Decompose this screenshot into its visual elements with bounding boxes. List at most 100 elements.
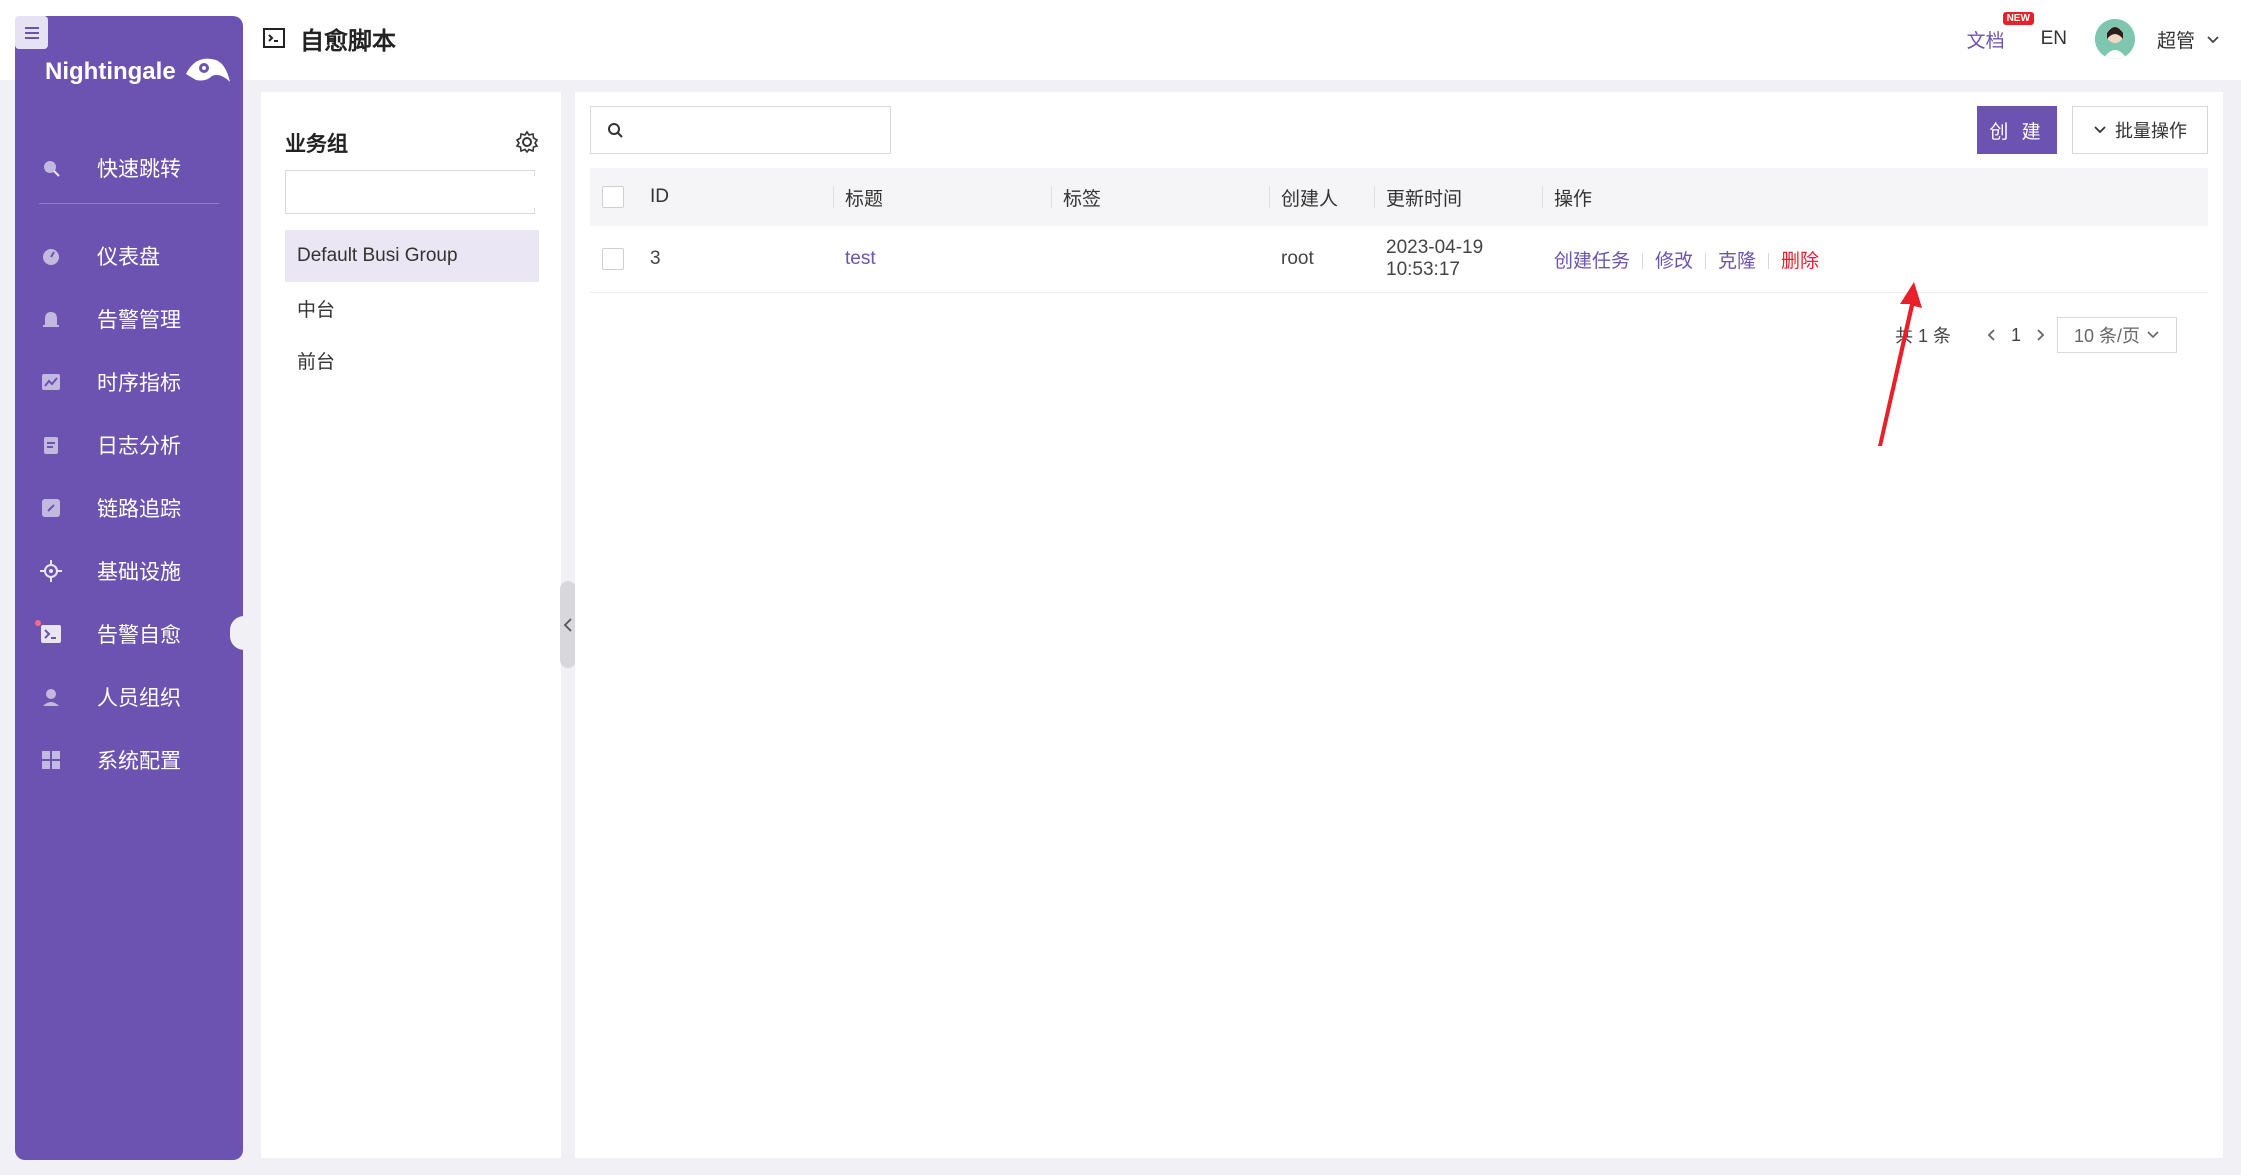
terminal-icon xyxy=(263,28,285,48)
sidebar-item-self-healing[interactable]: 告警自愈 xyxy=(15,602,244,665)
script-title-link[interactable]: test xyxy=(845,248,876,269)
log-icon xyxy=(39,433,63,457)
sidebar-item-tracing[interactable]: 链路追踪 xyxy=(15,476,243,539)
column-header-label: 操作 xyxy=(1554,188,1593,210)
column-divider xyxy=(833,186,834,208)
sidebar-item-label: 链路追踪 xyxy=(97,497,181,521)
sidebar-item-people[interactable]: 人员组织 xyxy=(15,665,243,728)
business-group-item[interactable]: Default Busi Group xyxy=(285,230,539,282)
pagination-total: 共 1 条 xyxy=(1895,326,1952,346)
business-group-search-input[interactable] xyxy=(308,176,544,208)
cell-creator: root xyxy=(1269,226,1374,293)
gear-icon[interactable] xyxy=(515,130,539,154)
docs-link[interactable]: 文档 NEW xyxy=(1967,11,2034,53)
table-header-row: ID 标题 标签 创建人 更新时间 操作 xyxy=(590,168,2208,226)
search-icon xyxy=(39,156,63,180)
logo-text: Nightingale xyxy=(45,58,176,85)
header-actions: 文档 NEW EN 超管 xyxy=(1967,11,2221,64)
delete-link[interactable]: 删除 xyxy=(1781,251,1819,272)
column-divider xyxy=(1269,186,1270,208)
page-title: 自愈脚本 xyxy=(262,18,396,58)
avatar[interactable] xyxy=(2094,19,2135,59)
column-header-updated[interactable]: 更新时间 xyxy=(1374,168,1542,226)
language-switch[interactable]: EN xyxy=(2041,28,2067,50)
cell-tags xyxy=(1051,226,1269,293)
sidebar: Nightingale 快速跳转 仪表盘 告警管理 时序指标 日志分析 链路追踪… xyxy=(15,16,244,1160)
column-header-tags[interactable]: 标签 xyxy=(1051,168,1269,226)
column-divider xyxy=(1542,186,1543,208)
action-divider xyxy=(1642,253,1644,270)
user-name[interactable]: 超管 xyxy=(2157,26,2195,53)
script-search-input[interactable] xyxy=(631,113,890,147)
column-header-label: 创建人 xyxy=(1281,188,1339,210)
business-group-item[interactable]: 中台 xyxy=(285,282,539,334)
chevron-down-icon xyxy=(2094,126,2106,134)
new-badge: NEW xyxy=(2002,11,2034,25)
sidebar-item-label: 基础设施 xyxy=(97,560,181,584)
cell-actions: 创建任务 修改 克隆 删除 xyxy=(1542,226,2208,293)
business-group-panel: 业务组 Default Busi Group 中台 前台 xyxy=(261,92,561,1158)
sidebar-item-quick-jump[interactable]: 快速跳转 xyxy=(15,136,243,199)
create-task-link[interactable]: 创建任务 xyxy=(1554,251,1630,272)
collapse-panel-handle[interactable] xyxy=(560,581,576,668)
user-icon xyxy=(39,685,63,709)
column-divider xyxy=(1051,186,1052,208)
main-content: 创 建 批量操作 ID 标题 标签 创建人 更新时间 操作 3 test roo… xyxy=(575,92,2223,1158)
chevron-down-icon xyxy=(2147,331,2159,339)
column-header-label: 标题 xyxy=(845,188,884,210)
edit-link[interactable]: 修改 xyxy=(1655,251,1693,272)
column-divider xyxy=(1374,186,1375,208)
row-checkbox[interactable] xyxy=(602,247,624,270)
page-size-label: 10 条/页 xyxy=(2074,326,2141,346)
search-icon xyxy=(608,123,623,138)
cell-updated: 2023-04-19 10:53:17 xyxy=(1374,226,1542,293)
business-group-list: Default Busi Group 中台 前台 xyxy=(285,230,539,386)
page-title-text: 自愈脚本 xyxy=(300,27,396,55)
sidebar-toggle-button[interactable] xyxy=(15,16,48,49)
column-header-id[interactable]: ID xyxy=(638,168,833,226)
table-row: 3 test root 2023-04-19 10:53:17 创建任务 修改 克隆… xyxy=(590,226,2208,293)
page-size-select[interactable]: 10 条/页 xyxy=(2057,317,2178,353)
business-group-search xyxy=(285,170,544,214)
sidebar-divider xyxy=(39,203,219,204)
sidebar-item-logs[interactable]: 日志分析 xyxy=(15,413,243,476)
sidebar-item-label: 时序指标 xyxy=(97,371,181,395)
cell-id: 3 xyxy=(638,226,833,293)
chevron-left-icon xyxy=(563,617,572,632)
sidebar-item-label: 系统配置 xyxy=(97,749,181,773)
alarm-icon xyxy=(39,307,63,331)
sidebar-item-label: 告警管理 xyxy=(97,308,181,332)
column-header-actions: 操作 xyxy=(1542,168,2208,226)
clone-link[interactable]: 克隆 xyxy=(1718,251,1756,272)
business-group-title: 业务组 xyxy=(285,133,348,156)
column-header-creator[interactable]: 创建人 xyxy=(1269,168,1374,226)
action-divider xyxy=(1768,253,1770,270)
sidebar-nav: 快速跳转 仪表盘 告警管理 时序指标 日志分析 链路追踪 基础设施 告警自愈 人… xyxy=(15,136,244,791)
sidebar-item-infrastructure[interactable]: 基础设施 xyxy=(15,539,243,602)
column-header-label: 更新时间 xyxy=(1386,188,1463,210)
avatar-image xyxy=(2094,19,2135,59)
select-all-checkbox[interactable] xyxy=(602,185,624,208)
sidebar-item-label: 快速跳转 xyxy=(97,157,181,181)
sidebar-item-label: 仪表盘 xyxy=(97,245,160,269)
create-button[interactable]: 创 建 xyxy=(1977,106,2057,154)
select-all-cell xyxy=(590,168,638,226)
sidebar-item-alerts[interactable]: 告警管理 xyxy=(15,287,243,350)
target-icon xyxy=(39,559,63,583)
batch-operations-button[interactable]: 批量操作 xyxy=(2072,106,2208,154)
sidebar-item-dashboard[interactable]: 仪表盘 xyxy=(15,224,243,287)
action-divider xyxy=(1705,253,1707,270)
column-header-title[interactable]: 标题 xyxy=(833,168,1051,226)
next-page-icon[interactable] xyxy=(2035,327,2047,343)
chevron-down-icon[interactable] xyxy=(2205,31,2221,47)
prev-page-icon[interactable] xyxy=(1985,327,1997,343)
top-header: 自愈脚本 文档 NEW EN 超管 xyxy=(0,0,2241,80)
sidebar-item-settings[interactable]: 系统配置 xyxy=(15,728,243,791)
grid-icon xyxy=(39,748,63,772)
page-number[interactable]: 1 xyxy=(2011,325,2021,346)
link-icon xyxy=(39,496,63,520)
business-group-item[interactable]: 前台 xyxy=(285,334,539,386)
terminal-icon xyxy=(39,622,63,646)
row-select-cell xyxy=(590,226,638,293)
sidebar-item-metrics[interactable]: 时序指标 xyxy=(15,350,243,413)
